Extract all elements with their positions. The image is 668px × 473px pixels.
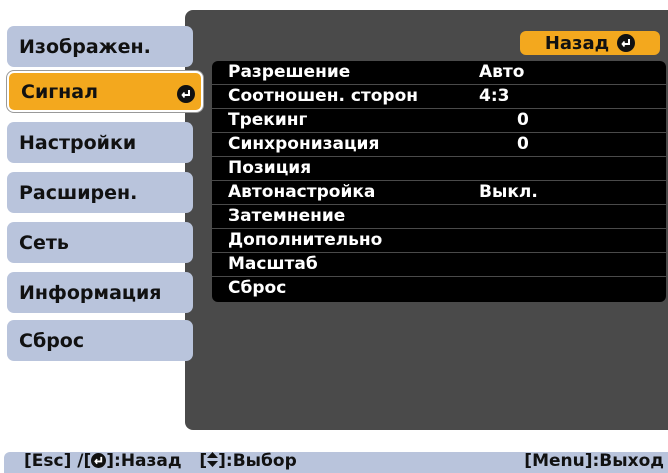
setting-label: Синхронизация: [228, 134, 380, 154]
setting-label: Трекинг: [228, 110, 308, 130]
setting-row-scale[interactable]: Масштаб: [212, 253, 666, 277]
sidebar-item-information[interactable]: Информация: [7, 272, 193, 313]
enter-icon: [91, 453, 107, 468]
setting-label: Позиция: [228, 158, 312, 178]
enter-icon: [177, 85, 195, 103]
setting-row-position[interactable]: Позиция: [212, 157, 666, 181]
sidebar-item-label: Изображен.: [19, 35, 151, 58]
settings-list: Разрешение Авто Соотношен. сторон 4:3 Тр…: [212, 61, 666, 302]
sidebar-item-label: Расширен.: [19, 181, 138, 204]
setting-label: Масштаб: [228, 254, 318, 274]
sidebar-item-label: Информация: [19, 281, 162, 304]
setting-label: Автонастройка: [228, 182, 376, 202]
esc-key-hint: [Esc] /[: [24, 451, 92, 471]
setting-row-resolution[interactable]: Разрешение Авто: [212, 61, 666, 85]
setting-row-sync[interactable]: Синхронизация 0: [212, 133, 666, 157]
setting-label: Дополнительно: [228, 230, 383, 250]
sidebar-item-signal[interactable]: Сигнал: [7, 71, 203, 112]
back-hint: ]:Назад: [106, 451, 182, 471]
setting-label: Сброс: [228, 278, 287, 298]
up-down-arrow-icon: [207, 452, 219, 473]
setting-value: 0: [517, 110, 529, 130]
sidebar-item-network[interactable]: Сеть: [7, 222, 193, 263]
setting-row-aspect-ratio[interactable]: Соотношен. сторон 4:3: [212, 85, 666, 109]
setting-row-auto-setup[interactable]: Автонастройка Выкл.: [212, 181, 666, 205]
setting-value: Выкл.: [479, 182, 538, 202]
setting-label: Разрешение: [228, 62, 351, 82]
sidebar-item-label: Сброс: [19, 329, 85, 352]
setting-value: 0: [517, 134, 529, 154]
sidebar-item-image[interactable]: Изображен.: [7, 26, 193, 67]
sidebar-item-label: Настройки: [19, 131, 137, 154]
select-key-open: [: [199, 451, 208, 471]
back-button[interactable]: Назад: [520, 31, 660, 55]
footer-hint-bar: [Esc] /[ ]:Назад [ ]:Выбор [Menu]:Выход: [4, 451, 668, 473]
setting-row-reset[interactable]: Сброс: [212, 277, 666, 301]
sidebar-item-reset[interactable]: Сброс: [7, 320, 193, 361]
enter-icon: [617, 34, 636, 52]
setting-row-tracking[interactable]: Трекинг 0: [212, 109, 666, 133]
setting-label: Соотношен. сторон: [228, 86, 419, 106]
select-hint: ]:Выбор: [218, 451, 297, 471]
footer-left-hints: [Esc] /[ ]:Назад [ ]:Выбор: [24, 451, 297, 473]
sidebar-item-label: Сигнал: [21, 80, 99, 103]
setting-label: Затемнение: [228, 206, 346, 226]
sidebar-item-settings[interactable]: Настройки: [7, 122, 193, 163]
sidebar-item-label: Сеть: [19, 231, 69, 254]
exit-hint: [Menu]:Выход: [524, 451, 664, 471]
back-button-label: Назад: [544, 32, 610, 54]
setting-row-blanking[interactable]: Затемнение: [212, 205, 666, 229]
setting-row-advanced[interactable]: Дополнительно: [212, 229, 666, 253]
sidebar-item-extended[interactable]: Расширен.: [7, 172, 193, 213]
setting-value: 4:3: [479, 86, 510, 106]
setting-value: Авто: [479, 62, 525, 82]
